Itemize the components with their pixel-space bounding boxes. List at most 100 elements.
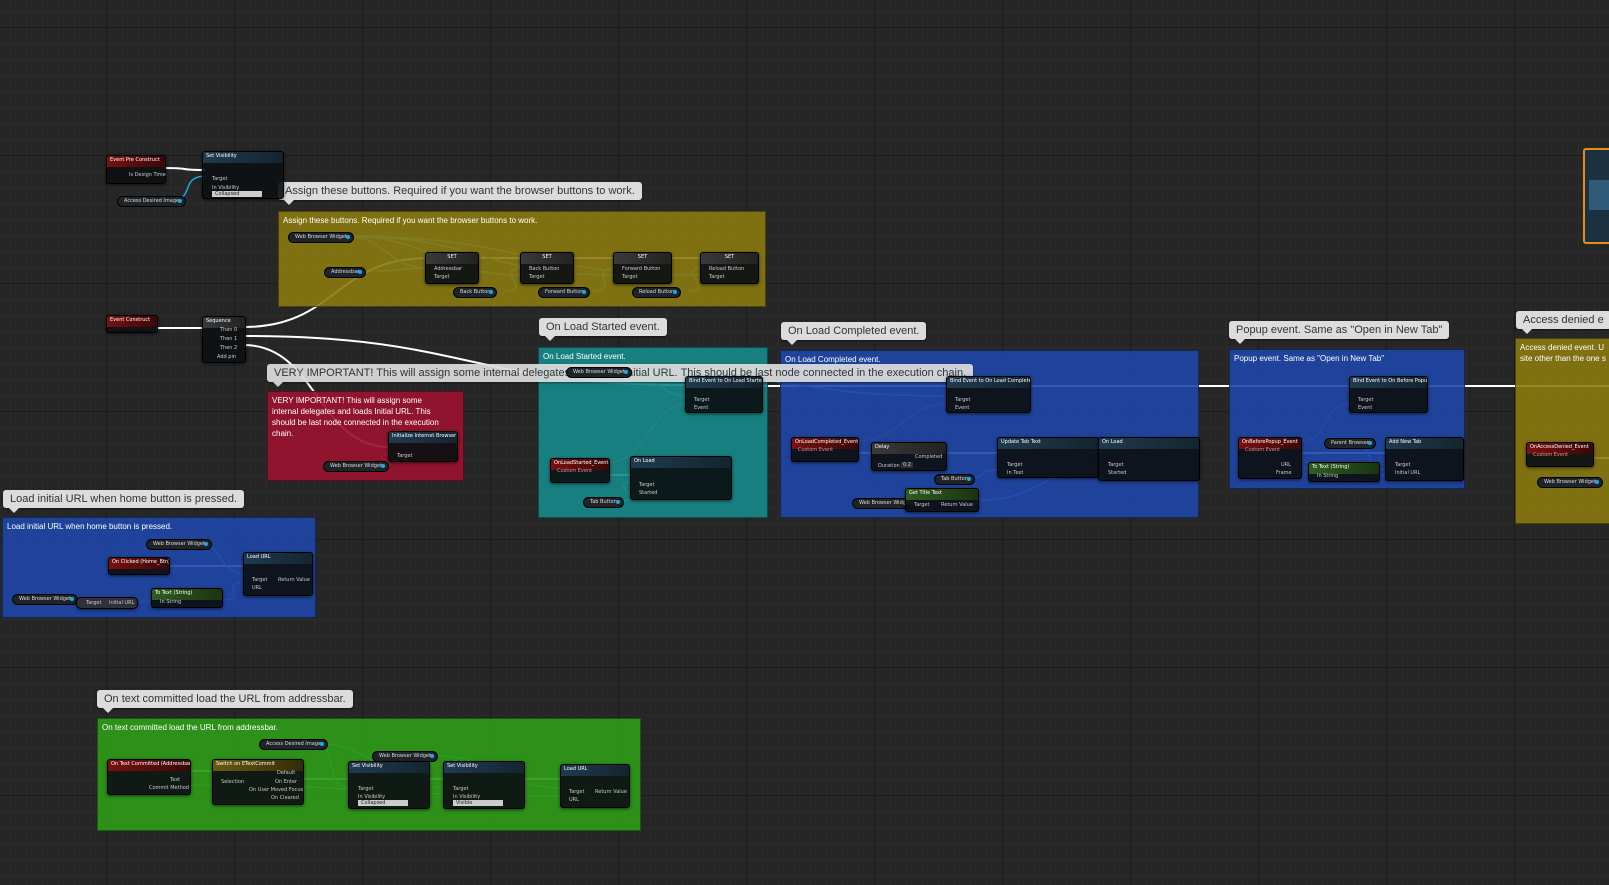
pin-started[interactable]: Started [1108,470,1126,476]
node-on-clicked-home[interactable]: On Clicked (Home_Btn) [108,557,170,575]
pin-addressbar[interactable]: Addressbar [434,266,462,272]
node-on-load-1[interactable]: On Load Target Started [630,456,732,500]
pin-commit-method[interactable]: Commit Method [149,785,189,791]
bubble-load-completed[interactable]: On Load Completed event. [781,322,927,345]
dropdown-visibility[interactable]: Visible [453,800,503,806]
pin-target[interactable]: Target [639,482,654,488]
pin-target[interactable]: Target [358,786,373,792]
pin-then-0[interactable]: Then 0 [220,327,237,333]
pin-target[interactable]: Target [1007,462,1022,468]
node-set-addressbar[interactable]: SET Addressbar Target [425,252,479,284]
pin-event[interactable]: Event [955,405,969,411]
pin-selection[interactable]: Selection [221,779,244,785]
pin-on-cleared[interactable]: On Cleared [271,795,299,801]
node-to-text-2[interactable]: To Text (String) In String [151,588,223,608]
dropdown-visibility[interactable]: Collapsed [212,191,262,197]
pin-frame[interactable]: Frame [1276,470,1292,476]
node-bind-before-popup[interactable]: Bind Event to On Before Popup Target Eve… [1349,376,1428,413]
node-on-text-committed[interactable]: On Text Committed (Addressbar) Text Comm… [107,759,191,795]
node-to-text-1[interactable]: To Text (String) In String [1308,462,1380,482]
node-sequence[interactable]: Sequence Then 0 Then 1 Then 2 Add pin [202,316,246,363]
node-initial-url-getter[interactable]: Target Initial URL [76,597,138,609]
node-event-construct[interactable]: Event Construct [106,315,158,333]
pin-in-string[interactable]: In String [160,599,181,605]
var-web-browser-widget-5[interactable]: Web Browser Widget [1537,477,1603,488]
pin-target[interactable]: Target [529,274,544,280]
pin-on-user-moved-focus[interactable]: On User Moved Focus [249,787,303,793]
var-web-browser-widget-3[interactable]: Web Browser Widget [566,367,632,378]
node-load-url-1[interactable]: Load URL Target URL Return Value [243,552,313,596]
pin-reload-button[interactable]: Reload Button [709,266,744,272]
dropdown-visibility[interactable]: Collapsed [358,800,408,806]
pin-target[interactable]: Target [569,789,584,795]
var-access-desired-image[interactable]: Access Desired Image [117,196,187,207]
bubble-load-started[interactable]: On Load Started event. [539,318,667,341]
pin-completed[interactable]: Completed [915,454,942,460]
pin-target[interactable]: Target [397,453,412,459]
pin-add[interactable]: Add pin [217,354,236,360]
pin-target[interactable]: Target [86,600,101,606]
pin-initial-url[interactable]: Initial URL [109,600,134,606]
node-set-visibility-1[interactable]: Set Visibility Target In Visibility Coll… [202,151,284,199]
node-on-load-started-event[interactable]: OnLoadStarted_Event Custom Event [550,458,610,483]
pin-target[interactable]: Target [694,397,709,403]
pin-return-value[interactable]: Return Value [278,577,310,583]
pin-target[interactable]: Target [914,502,929,508]
node-on-before-popup-event[interactable]: OnBeforePopup_Event Custom Event URL Fra… [1238,437,1302,479]
var-addressbar[interactable]: Addressbar [324,267,367,278]
pin-event[interactable]: Event [694,405,708,411]
node-on-load-2[interactable]: On Load Target Started [1098,437,1200,481]
bubble-text-committed[interactable]: On text committed load the URL from addr… [97,690,353,713]
pin-then-2[interactable]: Then 2 [220,345,237,351]
pin-initial-url[interactable]: Initial URL [1395,470,1420,476]
node-on-load-completed-event[interactable]: OnLoadCompleted_Event Custom Event [791,437,859,462]
node-get-title-text[interactable]: Get Title Text Target Return Value [905,488,979,512]
pin-is-design-time[interactable]: Is Design Time [129,172,166,178]
node-set-back-button[interactable]: SET Back Button Target [520,252,574,284]
pin-on-enter[interactable]: On Enter [275,779,297,785]
node-update-tab-text[interactable]: Update Tab Text Target In Text [997,437,1099,478]
pin-target[interactable]: Target [252,577,267,583]
node-initialize-internet-browser[interactable]: Initialize Internet Browser Target [388,431,458,462]
var-access-desired-image-2[interactable]: Access Desired Image [259,739,329,750]
pin-target[interactable]: Target [622,274,637,280]
bubble-home[interactable]: Load initial URL when home button is pre… [3,490,245,513]
node-on-access-denied-event[interactable]: OnAccessDenied_Event Custom Event [1526,442,1594,467]
pin-target[interactable]: Target [434,274,449,280]
pin-back-button[interactable]: Back Button [529,266,559,272]
var-web-browser-widget-2[interactable]: Web Browser Widget [323,461,389,472]
pin-forward-button[interactable]: Forward Button [622,266,660,272]
pin-default[interactable]: Default [277,770,295,776]
pin-event[interactable]: Event [1358,405,1372,411]
var-web-browser-widget-1[interactable]: Web Browser Widget [288,232,354,243]
var-web-browser-widget-7[interactable]: Web Browser Widget [12,594,78,605]
var-reload-button[interactable]: Reload Button [632,287,682,298]
var-web-browser-widget-6[interactable]: Web Browser Widget [146,539,212,550]
pin-target[interactable]: Target [1395,462,1410,468]
node-delay[interactable]: Delay Completed Duration 0.2 [871,442,947,471]
var-back-button[interactable]: Back Button [453,287,498,298]
node-set-reload-button[interactable]: SET Reload Button Target [700,252,759,284]
pin-return-value[interactable]: Return Value [941,502,973,508]
node-event-pre-construct[interactable]: Event Pre Construct Is Design Time [106,155,166,184]
pin-url[interactable]: URL [252,585,262,591]
pin-url[interactable]: URL [569,797,579,803]
bubble-buttons[interactable]: Assign these buttons. Required if you wa… [278,182,642,205]
bubble-access-denied[interactable]: Access denied e [1516,311,1609,334]
offscreen-node-thumbnail[interactable] [1583,148,1609,244]
pin-then-1[interactable]: Then 1 [220,336,237,342]
node-set-forward-button[interactable]: SET Forward Button Target [613,252,672,284]
node-bind-load-started[interactable]: Bind Event to On Load Started Target Eve… [685,376,763,413]
pin-url[interactable]: URL [1281,462,1291,468]
var-tab-button-2[interactable]: Tab Button [934,474,975,485]
pin-target[interactable]: Target [453,786,468,792]
pin-in-text[interactable]: In Text [1007,470,1023,476]
pin-target[interactable]: Target [709,274,724,280]
node-set-visibility-3[interactable]: Set Visibility Target In Visibility Visi… [443,761,525,809]
pin-in-string[interactable]: In String [1317,473,1338,479]
pin-duration[interactable]: Duration [878,463,900,469]
pin-return-value[interactable]: Return Value [595,789,627,795]
pin-started[interactable]: Started [639,490,657,496]
node-bind-load-completed[interactable]: Bind Event to On Load Completed Target E… [946,376,1031,413]
node-add-new-tab[interactable]: Add New Tab Target Initial URL [1385,437,1464,481]
